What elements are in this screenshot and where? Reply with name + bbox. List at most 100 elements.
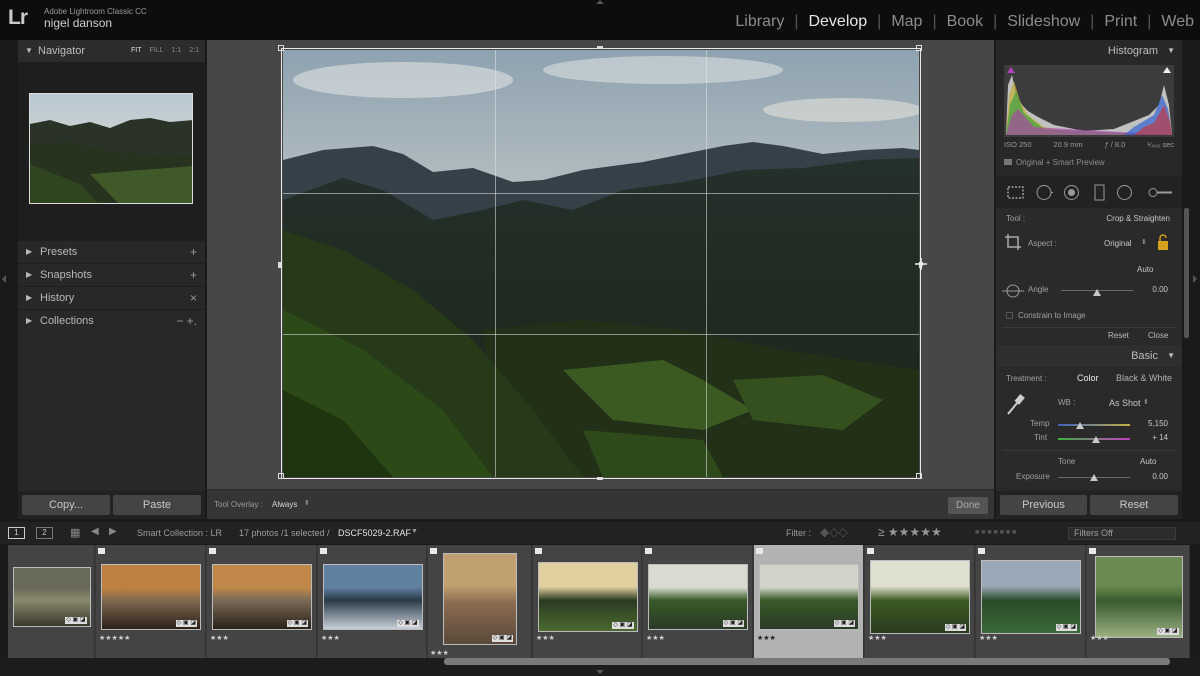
dropdown-icon[interactable]: ⬍ (304, 499, 310, 507)
presets-section[interactable]: ▶ Presets + (18, 240, 205, 262)
aspect-select[interactable]: Original (1104, 239, 1132, 248)
clear-history-button[interactable]: × (190, 287, 197, 309)
color-label-filter[interactable]: ■ ■ ■ ■ ■ ■ ■ (975, 529, 1016, 536)
crop-handle-top-left[interactable] (278, 45, 284, 51)
grid-view-icon[interactable]: ▦ (70, 526, 80, 539)
white-balance-picker-icon[interactable] (1005, 392, 1025, 416)
filmstrip-thumbnail[interactable]: ★★★ ◇ ▣ ◪ (207, 545, 317, 658)
highlight-clipping-indicator-icon[interactable] (1163, 67, 1171, 73)
spot-removal-tool-icon[interactable] (1036, 184, 1055, 201)
module-print[interactable]: Print (1094, 13, 1147, 31)
graduated-filter-tool-icon[interactable] (1091, 184, 1108, 201)
copy-settings-button[interactable]: Copy... (22, 495, 110, 515)
filmstrip-thumbnail[interactable]: ★★★ ◇ ▣ ◪ (1087, 545, 1190, 658)
left-panel-toggle-icon[interactable] (2, 275, 6, 283)
tool-overlay-select[interactable]: Always (272, 500, 297, 509)
pick-flag-icon[interactable] (430, 548, 437, 554)
aspect-lock-icon[interactable] (1156, 233, 1170, 251)
forward-arrow-icon[interactable]: ▶ (109, 526, 117, 537)
crop-close-button[interactable]: Close (1148, 331, 1168, 340)
add-preset-button[interactable]: + (190, 241, 197, 263)
pick-flag-icon[interactable] (756, 548, 763, 554)
collections-actions-button[interactable]: − +. (176, 310, 197, 332)
source-collection[interactable]: Smart Collection : LR (137, 528, 222, 538)
filmstrip-thumbnail[interactable]: ★★★ ◇ ▣ ◪ (865, 545, 975, 658)
module-slideshow[interactable]: Slideshow (997, 13, 1090, 31)
rating-filter[interactable]: ≥ ★★★★★ (878, 525, 942, 539)
exposure-value[interactable]: 0.00 (1152, 472, 1168, 481)
current-filename[interactable]: DSCF5029-2.RAF (338, 528, 411, 538)
main-window-button[interactable]: 1 (8, 527, 25, 539)
tone-auto-button[interactable]: Auto (1140, 457, 1156, 466)
crop-handle-top-right[interactable] (916, 45, 922, 51)
paste-settings-button[interactable]: Paste (113, 495, 201, 515)
auto-straighten-button[interactable]: Auto (1137, 265, 1153, 274)
angle-slider-thumb[interactable] (1093, 289, 1101, 296)
edit-badge-icon[interactable]: ◇ ▣ ◪ (397, 620, 419, 627)
pick-flag-icon[interactable] (978, 548, 985, 554)
pick-flag-icon[interactable] (1089, 548, 1096, 554)
filmstrip-thumbnail[interactable]: ★★★ ◇ ▣ ◪ (643, 545, 753, 658)
wb-select[interactable]: As Shot (1109, 398, 1141, 408)
edit-badge-icon[interactable]: ◇ ▣ ◪ (833, 620, 855, 627)
crop-handle-bottom-right[interactable] (916, 473, 922, 479)
temp-value[interactable]: 5,150 (1148, 419, 1168, 428)
edit-badge-icon[interactable]: ◇ ▣ ◪ (722, 620, 744, 627)
dropdown-icon[interactable]: ⬍ (1143, 398, 1149, 406)
snapshots-section[interactable]: ▶ Snapshots + (18, 263, 205, 285)
module-web[interactable]: Web (1151, 13, 1200, 31)
crop-frame[interactable] (281, 48, 921, 479)
zoom-fill[interactable]: FILL (150, 40, 164, 62)
crop-handle-top[interactable] (597, 46, 603, 49)
edit-badge-icon[interactable]: ◇ ▣ ◪ (491, 635, 513, 642)
straighten-tool-icon[interactable] (1002, 284, 1024, 298)
temp-slider[interactable] (1058, 424, 1130, 426)
top-panel-toggle-icon[interactable] (596, 0, 604, 4)
right-panel-scrollbar[interactable] (1184, 208, 1189, 338)
treatment-bw-option[interactable]: Black & White (1116, 373, 1172, 383)
crop-reset-button[interactable]: Reset (1108, 331, 1129, 340)
add-snapshot-button[interactable]: + (190, 264, 197, 286)
filmstrip-thumbnail[interactable]: ★★★ ◇ ▣ ◪ (754, 545, 864, 658)
edit-badge-icon[interactable]: ◇ ▣ ◪ (65, 617, 87, 624)
crop-handle-left[interactable] (278, 262, 281, 268)
reset-button[interactable]: Reset (1090, 495, 1178, 515)
tint-value[interactable]: + 14 (1152, 433, 1168, 442)
crop-tool-icon[interactable] (1007, 184, 1024, 201)
crop-frame-tool-icon[interactable] (1004, 233, 1022, 251)
pick-flag-icon[interactable] (209, 548, 216, 554)
module-map[interactable]: Map (881, 13, 932, 31)
exposure-slider-thumb[interactable] (1090, 474, 1098, 481)
zoom-1-1[interactable]: 1:1 (172, 40, 182, 62)
red-eye-tool-icon[interactable] (1063, 184, 1080, 201)
navigator-thumbnail[interactable] (29, 93, 193, 204)
crop-handle-bottom[interactable] (597, 477, 603, 480)
dropdown-icon[interactable]: ⬍ (1141, 238, 1147, 246)
edit-badge-icon[interactable]: ◇ ▣ ◪ (175, 620, 197, 627)
filmstrip-thumbnail[interactable]: ★★★★★ ◇ ▣ ◪ (96, 545, 206, 658)
collections-section[interactable]: ▶ Collections − +. (18, 309, 205, 331)
back-arrow-icon[interactable]: ◀ (91, 526, 99, 537)
pick-flag-icon[interactable] (535, 548, 542, 554)
previous-button[interactable]: Previous (1000, 495, 1087, 515)
pick-flag-icon[interactable] (645, 548, 652, 554)
module-library[interactable]: Library (725, 13, 794, 31)
temp-slider-thumb[interactable] (1075, 422, 1084, 429)
module-book[interactable]: Book (937, 13, 993, 31)
crop-handle-bottom-left[interactable] (278, 473, 284, 479)
zoom-2-1[interactable]: 2:1 (189, 40, 199, 62)
histogram-header[interactable]: Histogram ▼ (996, 40, 1182, 62)
treatment-color-option[interactable]: Color (1077, 373, 1099, 383)
edit-badge-icon[interactable]: ◇ ▣ ◪ (612, 622, 634, 629)
pick-flag-icon[interactable] (867, 548, 874, 554)
constrain-checkbox[interactable] (1006, 312, 1013, 319)
pick-flag-icon[interactable] (320, 548, 327, 554)
filters-select[interactable]: Filters Off (1068, 527, 1176, 540)
edit-badge-icon[interactable]: ◇ ▣ ◪ (286, 620, 308, 627)
histogram-chart[interactable] (1004, 65, 1174, 137)
tint-slider-thumb[interactable] (1092, 436, 1101, 443)
filmstrip-scrollbar[interactable] (444, 658, 1170, 665)
shadow-clipping-indicator-icon[interactable] (1007, 67, 1015, 73)
angle-value[interactable]: 0.00 (1152, 285, 1168, 294)
bottom-panel-toggle-icon[interactable] (596, 670, 604, 674)
